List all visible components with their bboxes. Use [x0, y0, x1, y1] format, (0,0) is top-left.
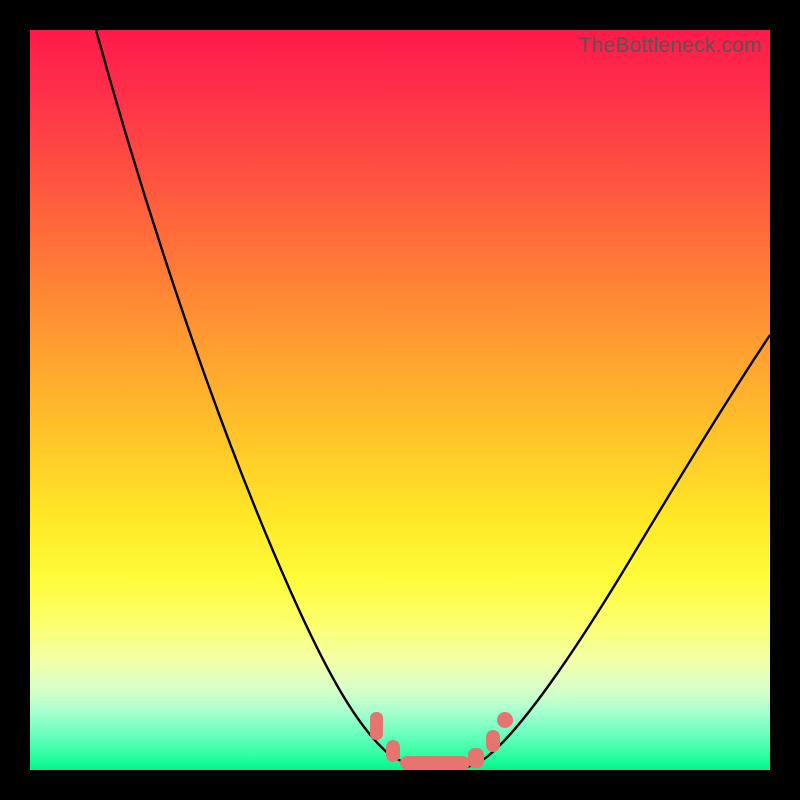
chart-frame: TheBottleneck.com — [0, 0, 800, 800]
trough-markers — [370, 712, 513, 770]
bottleneck-curve — [30, 30, 770, 770]
plot-area: TheBottleneck.com — [30, 30, 770, 770]
curve-path — [96, 30, 770, 770]
